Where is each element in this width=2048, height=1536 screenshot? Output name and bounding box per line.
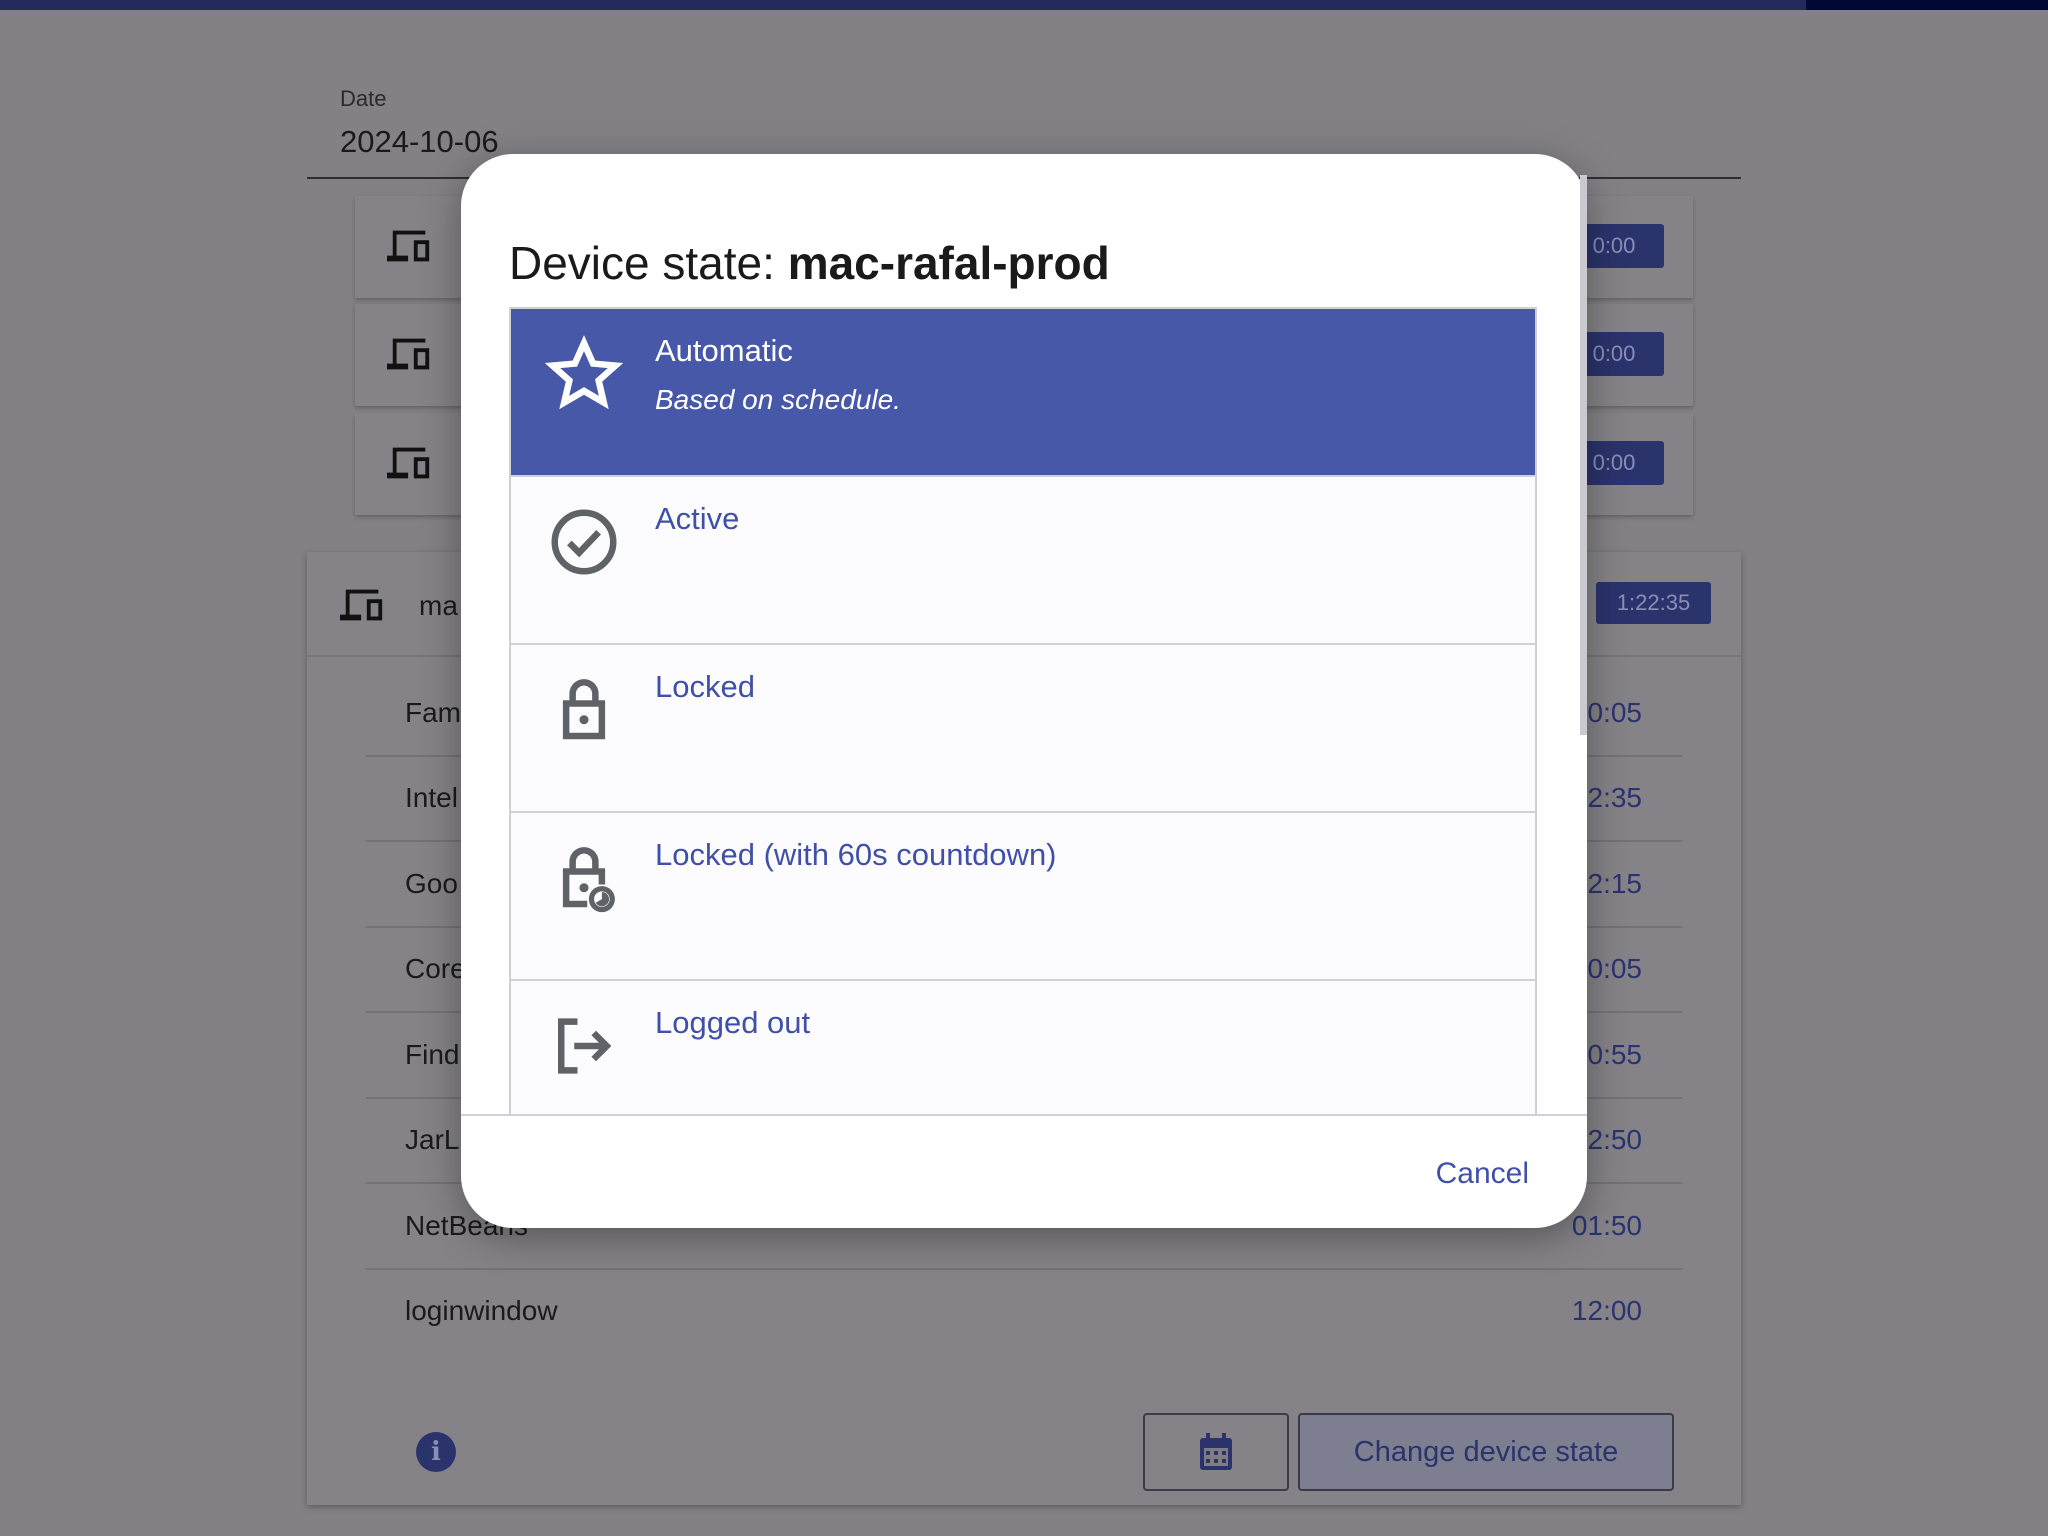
app-time: 01:50 [1571,1210,1642,1241]
app-time: 12:00 [1571,1295,1642,1326]
app-name: Fam [405,697,461,728]
option-logged-out[interactable]: Logged out [511,981,1535,1114]
lock-clock-icon [562,847,615,913]
star-icon [545,335,623,410]
devices-icon [387,230,430,262]
option-label: Locked (with 60s countdown) [655,837,1057,872]
scrollbar[interactable] [1580,175,1587,735]
option-locked-countdown[interactable]: Locked (with 60s countdown) [511,813,1535,981]
cancel-button[interactable]: Cancel [1436,1157,1529,1191]
app-name: Goo [405,868,458,899]
state-options-list: Automatic Based on schedule. Active Lock… [509,307,1537,1114]
option-label: Locked [655,669,755,704]
option-active[interactable]: Active [511,477,1535,645]
option-label: Active [655,501,740,536]
option-locked[interactable]: Locked [511,645,1535,813]
app-time: 2:35 [1587,782,1643,813]
check-circle-icon [551,509,617,575]
dialog-title: Device state: mac-rafal-prod [509,237,1110,289]
devices-icon [340,589,383,621]
app-time: 2:15 [1587,868,1643,899]
app-name: Find [405,1039,460,1070]
devices-icon [387,338,430,370]
app-row: loginwindow 12:00 [366,1270,1682,1355]
option-label: Automatic [655,333,793,368]
calendar-icon [1200,1433,1232,1470]
option-subtitle: Based on schedule. [655,384,901,415]
device-state-dialog: Device state: mac-rafal-prod Automatic B… [461,154,1587,1228]
device-name: ma [419,590,458,621]
app-time: 0:55 [1587,1039,1643,1070]
calendar-button[interactable] [1143,1413,1289,1491]
info-icon[interactable]: i [416,1432,456,1472]
date-label: Date [340,86,387,111]
option-automatic[interactable]: Automatic Based on schedule. [511,309,1535,477]
app-name: JarL [405,1124,460,1155]
app-time: 0:05 [1587,697,1643,728]
app-name: Core [405,953,466,984]
app-name: loginwindow [405,1295,558,1326]
date-field[interactable]: 2024-10-06 [340,124,499,160]
dialog-footer-divider [461,1114,1587,1116]
dialog-device-name: mac-rafal-prod [787,237,1110,289]
total-time-badge: 1:22:35 [1596,582,1711,624]
app-time: 2:50 [1587,1124,1643,1155]
option-label: Logged out [655,1005,811,1040]
lock-icon [562,679,606,740]
devices-icon [387,447,430,479]
app-time: 0:05 [1587,953,1643,984]
logout-icon [558,1018,612,1074]
change-device-state-button[interactable]: Change device state [1298,1413,1674,1491]
app-name: Intel [405,782,458,813]
top-app-bar [0,0,2048,10]
